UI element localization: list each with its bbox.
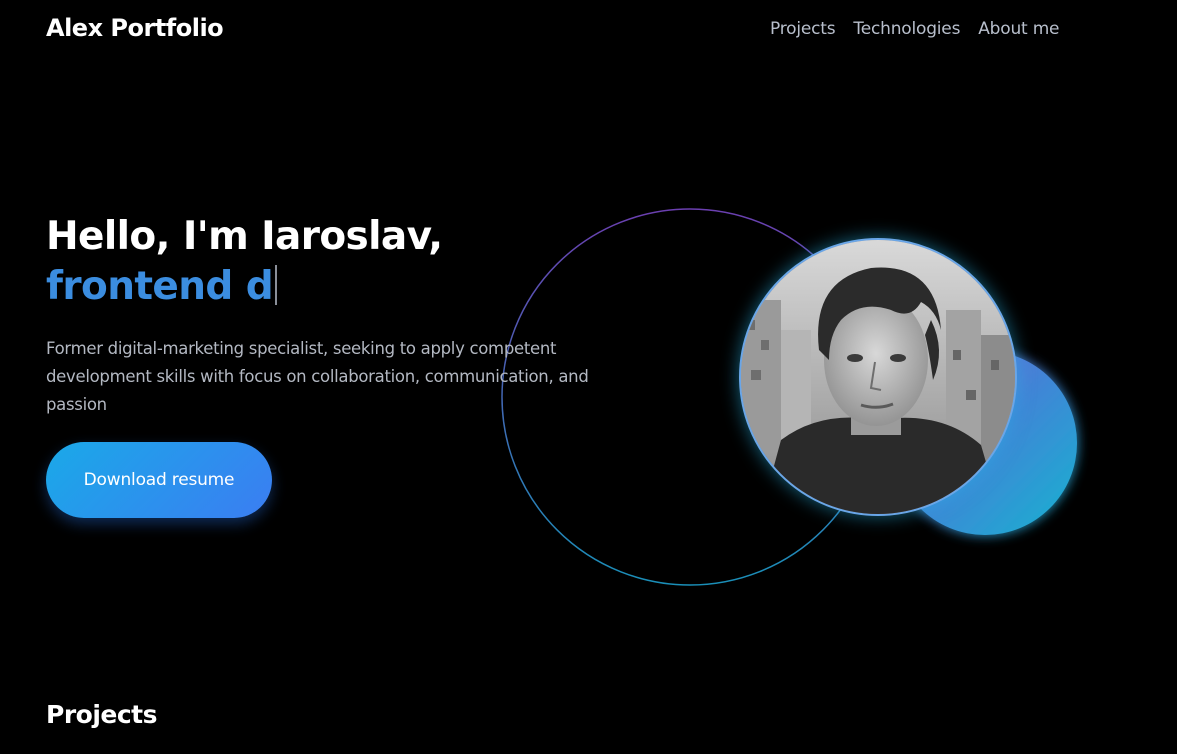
download-resume-button[interactable]: Download resume bbox=[46, 442, 272, 518]
nav-link-about-me[interactable]: About me bbox=[978, 19, 1059, 39]
projects-section-title: Projects bbox=[46, 700, 158, 729]
typing-caret bbox=[275, 265, 278, 305]
nav-link-projects[interactable]: Projects bbox=[770, 19, 836, 39]
hero-heading: Hello, I'm Iaroslav, frontend d bbox=[46, 212, 443, 312]
profile-photo bbox=[741, 240, 1015, 514]
brand-logo[interactable]: Alex Portfolio bbox=[46, 14, 224, 42]
nav-link-technologies[interactable]: Technologies bbox=[853, 19, 960, 39]
page: Alex Portfolio Projects Technologies Abo… bbox=[0, 0, 1177, 754]
hero-typed-line: frontend d bbox=[46, 262, 443, 312]
main-nav: Projects Technologies About me bbox=[770, 19, 1060, 39]
hero-typed-text: frontend d bbox=[46, 264, 274, 309]
hero-greeting: Hello, I'm Iaroslav, bbox=[46, 214, 443, 259]
hero-description: Former digital-marketing specialist, see… bbox=[46, 339, 589, 414]
avatar bbox=[739, 238, 1017, 516]
